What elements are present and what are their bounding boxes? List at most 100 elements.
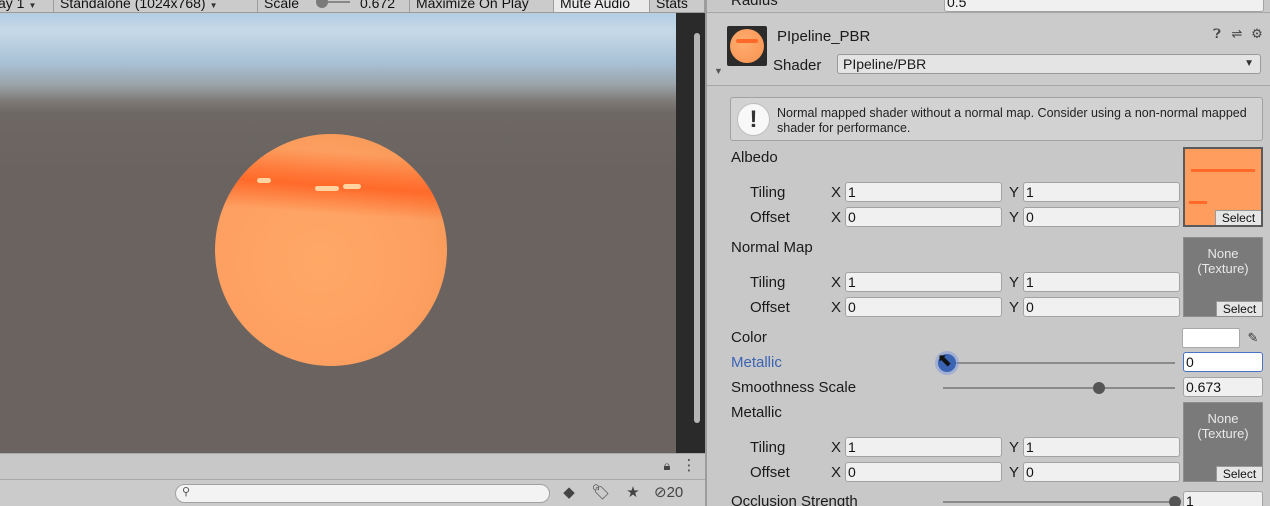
more-icon[interactable]: ⋮ xyxy=(678,457,700,475)
viewport-scrollbar[interactable] xyxy=(676,13,705,453)
normal-tiling-label: Tiling xyxy=(750,274,786,291)
occlusion-value-field[interactable]: 1 xyxy=(1183,491,1263,506)
albedo-offset-y-field[interactable]: 0 xyxy=(1023,207,1180,227)
none-texture-label: None (Texture) xyxy=(1197,246,1249,276)
smoothness-label: Smoothness Scale xyxy=(731,379,857,396)
axis-x-label: X xyxy=(831,299,842,316)
occlusion-slider-track[interactable] xyxy=(943,501,1175,503)
filter-by-type-icon[interactable]: ◆ xyxy=(558,484,580,502)
mute-audio-toggle[interactable]: Mute Audio xyxy=(554,0,650,12)
albedo-offset-label: Offset xyxy=(750,209,790,226)
occlusion-slider-handle[interactable] xyxy=(1169,496,1181,506)
game-viewport[interactable] xyxy=(0,13,676,453)
axis-x-label: X xyxy=(831,184,842,201)
material-preview-thumbnail[interactable] xyxy=(727,26,767,66)
warning-message: Normal mapped shader without a normal ma… xyxy=(777,106,1247,135)
color-swatch[interactable] xyxy=(1182,328,1240,348)
hierarchy-header: 🔒︎ ⋮ xyxy=(0,453,705,479)
normal-tiling-y-field[interactable]: 1 xyxy=(1023,272,1180,292)
normal-offset-y-field[interactable]: 0 xyxy=(1023,297,1180,317)
albedo-tiling-x-field[interactable]: 1 xyxy=(845,182,1002,202)
metallic-offset-label: Offset xyxy=(750,464,790,481)
axis-y-label: Y xyxy=(1009,274,1020,291)
albedo-select-button[interactable]: Select xyxy=(1215,210,1261,225)
sphere-highlight xyxy=(257,178,271,183)
occlusion-strength-label: Occlusion Strength xyxy=(731,493,858,506)
metallic-tiling-y-field[interactable]: 1 xyxy=(1023,437,1180,457)
smoothness-value-field[interactable]: 0.673 xyxy=(1183,377,1263,397)
foldout-triangle-icon[interactable]: ▼ xyxy=(714,66,723,76)
resolution-dropdown[interactable]: Standalone (1024x768) ▼ xyxy=(54,0,258,12)
axis-x-label: X xyxy=(831,464,842,481)
eyedropper-icon[interactable]: ✎ xyxy=(1243,328,1263,348)
metallic-map-select-button[interactable]: Select xyxy=(1216,466,1262,481)
lock-icon[interactable]: 🔒︎ xyxy=(656,457,678,475)
sphere-highlight xyxy=(315,186,339,191)
help-icon[interactable]: ❓︎ xyxy=(1209,26,1225,42)
metallic-value-field[interactable]: 0 xyxy=(1183,352,1263,372)
search-input[interactable]: ⚲ xyxy=(175,484,550,503)
radius-row: Radius 0.5 xyxy=(707,0,1270,13)
metallic-slider-label: Metallic xyxy=(731,354,782,371)
color-label: Color xyxy=(731,329,767,346)
axis-y-label: Y xyxy=(1009,439,1020,456)
sphere-highlight xyxy=(343,184,361,189)
sphere-texture-band xyxy=(215,143,447,223)
stats-toggle[interactable]: Stats xyxy=(650,0,705,12)
albedo-tiling-label: Tiling xyxy=(750,184,786,201)
texture-streak xyxy=(1191,169,1255,172)
display-dropdown[interactable]: ay 1 ▼ xyxy=(0,0,54,12)
hidden-packages-toggle[interactable]: ⊘20 xyxy=(654,484,702,502)
material-preview-sphere xyxy=(730,29,764,63)
metallic-offset-y-field[interactable]: 0 xyxy=(1023,462,1180,482)
project-toolbar: ⚲ ◆ 🏷︎ ★ ⊘20 xyxy=(0,479,705,506)
normal-offset-x-field[interactable]: 0 xyxy=(845,297,1002,317)
texture-streak xyxy=(1189,201,1207,204)
display-label: ay 1 xyxy=(0,0,25,11)
metallic-offset-x-field[interactable]: 0 xyxy=(845,462,1002,482)
inspector-panel: Radius 0.5 PIpeline_PBR Shader PIpeline/… xyxy=(707,0,1270,506)
mouse-cursor-icon: ⬉ xyxy=(937,350,953,370)
scrollbar-thumb[interactable] xyxy=(694,33,700,423)
maximize-on-play-toggle[interactable]: Maximize On Play xyxy=(410,0,554,12)
albedo-tiling-y-field[interactable]: 1 xyxy=(1023,182,1180,202)
game-view-panel: ay 1 ▼ Standalone (1024x768) ▼ Scale 0.672… xyxy=(0,0,705,506)
normal-offset-label: Offset xyxy=(750,299,790,316)
radius-field[interactable]: 0.5 xyxy=(944,0,1264,12)
resolution-label: Standalone (1024x768) xyxy=(60,0,206,11)
axis-y-label: Y xyxy=(1009,184,1020,201)
shader-value: PIpeline/PBR xyxy=(843,56,927,72)
axis-y-label: Y xyxy=(1009,464,1020,481)
metallic-map-texture-slot[interactable]: None (Texture) Select xyxy=(1183,402,1263,482)
smoothness-slider-handle[interactable] xyxy=(1093,382,1106,394)
label-icon[interactable]: 🏷︎ xyxy=(590,484,612,502)
none-texture-label: None (Texture) xyxy=(1197,411,1249,441)
smoothness-slider-track[interactable] xyxy=(943,387,1175,389)
axis-x-label: X xyxy=(831,209,842,226)
chevron-down-icon: ▼ xyxy=(28,1,37,10)
axis-y-label: Y xyxy=(1009,209,1020,226)
axis-x-label: X xyxy=(831,439,842,456)
warning-icon: ! xyxy=(737,103,770,136)
orange-sphere xyxy=(215,134,447,366)
metallic-tiling-label: Tiling xyxy=(750,439,786,456)
axis-y-label: Y xyxy=(1009,299,1020,316)
material-header: PIpeline_PBR Shader PIpeline/PBR ▼ ❓︎ ⇌ … xyxy=(707,14,1270,86)
material-name: PIpeline_PBR xyxy=(777,28,871,45)
albedo-label: Albedo xyxy=(731,149,778,166)
metallic-tiling-x-field[interactable]: 1 xyxy=(845,437,1002,457)
shader-dropdown[interactable]: PIpeline/PBR ▼ xyxy=(837,54,1261,74)
normal-map-select-button[interactable]: Select xyxy=(1216,301,1262,316)
preset-settings-icon[interactable]: ⇌ xyxy=(1229,26,1245,42)
game-view-toolbar: ay 1 ▼ Standalone (1024x768) ▼ Scale 0.672… xyxy=(0,0,705,13)
albedo-texture-slot[interactable]: Select xyxy=(1183,147,1263,227)
gear-icon[interactable]: ⚙ xyxy=(1249,26,1265,42)
scale-value: 0.672 xyxy=(360,0,396,11)
normal-map-texture-slot[interactable]: None (Texture) Select xyxy=(1183,237,1263,317)
normal-map-label: Normal Map xyxy=(731,239,813,256)
albedo-offset-x-field[interactable]: 0 xyxy=(845,207,1002,227)
metallic-slider-track[interactable] xyxy=(943,362,1175,364)
favorite-star-icon[interactable]: ★ xyxy=(622,484,644,502)
axis-x-label: X xyxy=(831,274,842,291)
normal-tiling-x-field[interactable]: 1 xyxy=(845,272,1002,292)
